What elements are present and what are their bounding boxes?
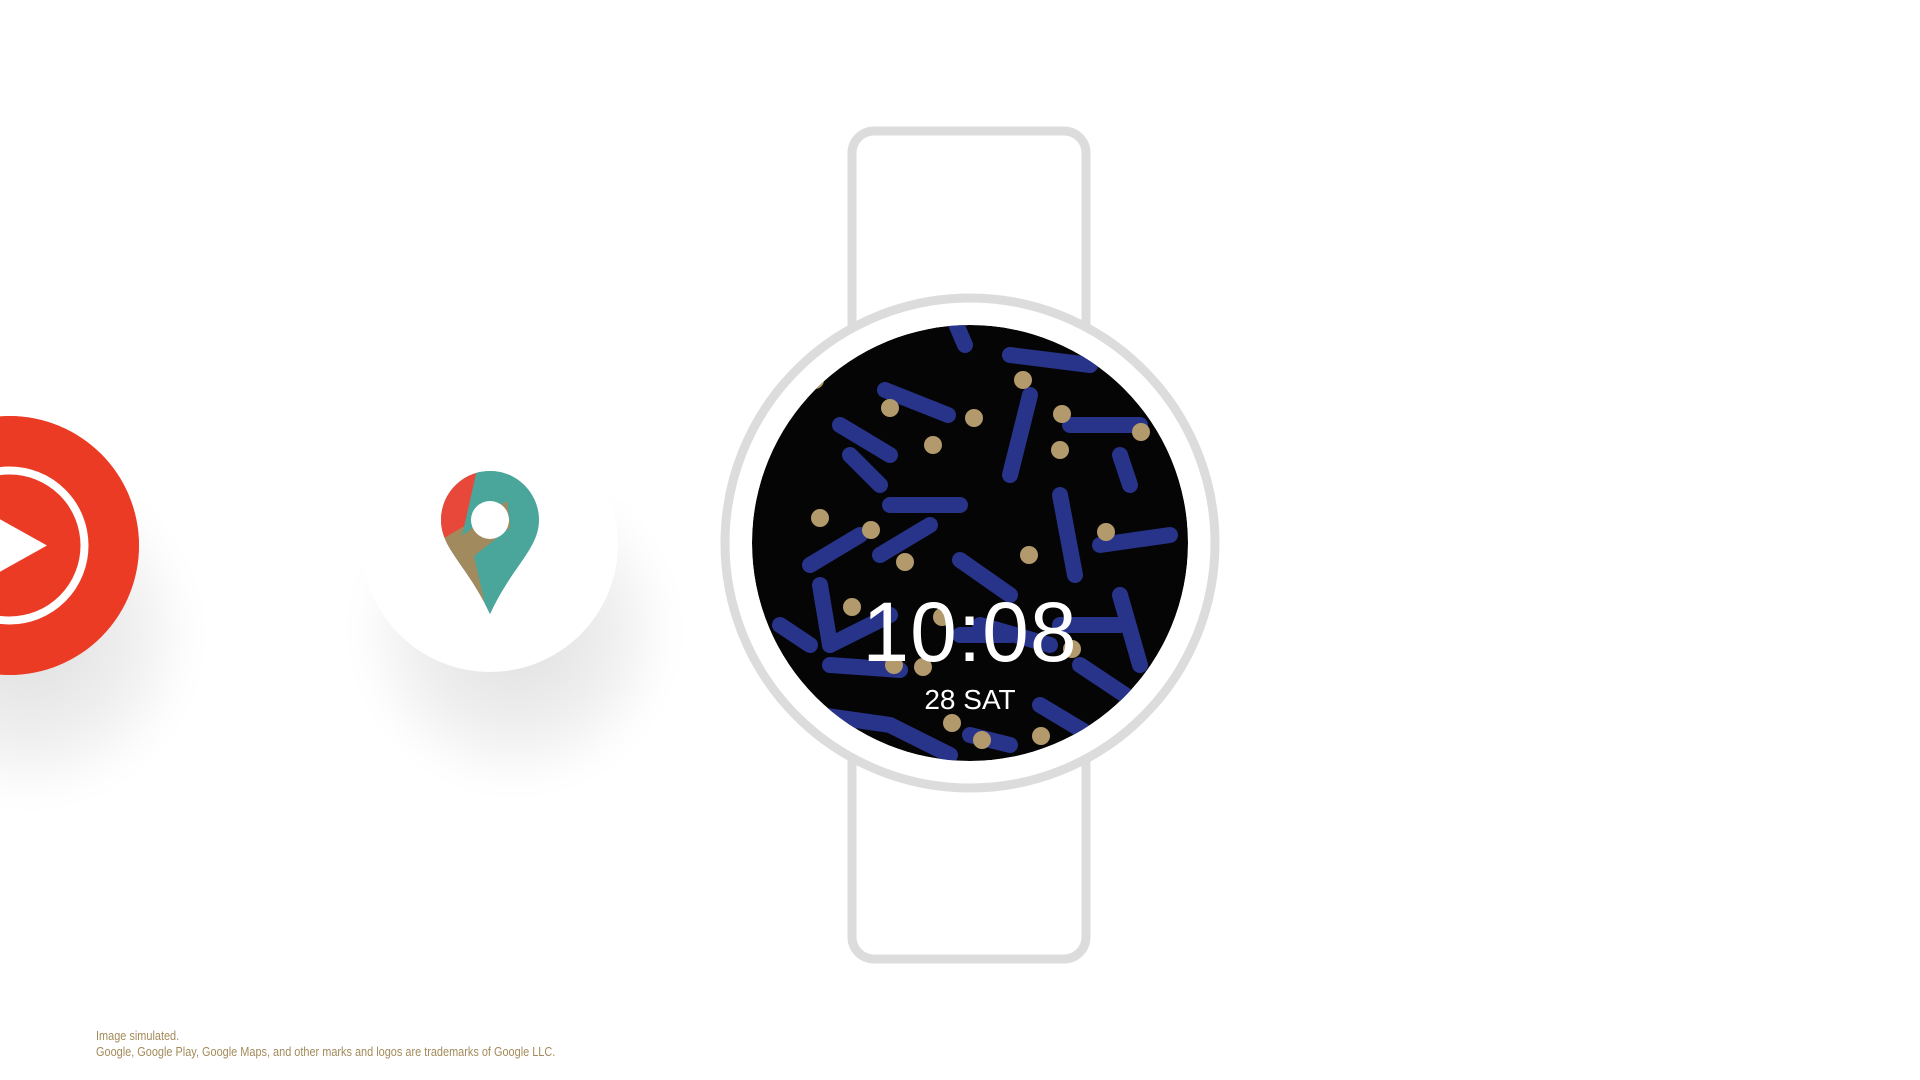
- smartwatch: 10:08 28 SAT: [720, 125, 1220, 965]
- disclaimer-line-2: Google, Google Play, Google Maps, and ot…: [96, 1044, 556, 1059]
- disclaimer-line-1: Image simulated.: [96, 1028, 180, 1043]
- google-maps-app[interactable]: [362, 416, 618, 672]
- promo-stage: 10:08 28 SAT Image simulated. Google, Go…: [0, 0, 1920, 1080]
- watch-date: 28 SAT: [924, 684, 1016, 715]
- disclaimer: Image simulated. Google, Google Play, Go…: [96, 1028, 555, 1060]
- watch-time: 10:08: [862, 585, 1078, 679]
- watch-drawing: [720, 126, 1220, 964]
- google-maps-pin-icon: [441, 471, 539, 614]
